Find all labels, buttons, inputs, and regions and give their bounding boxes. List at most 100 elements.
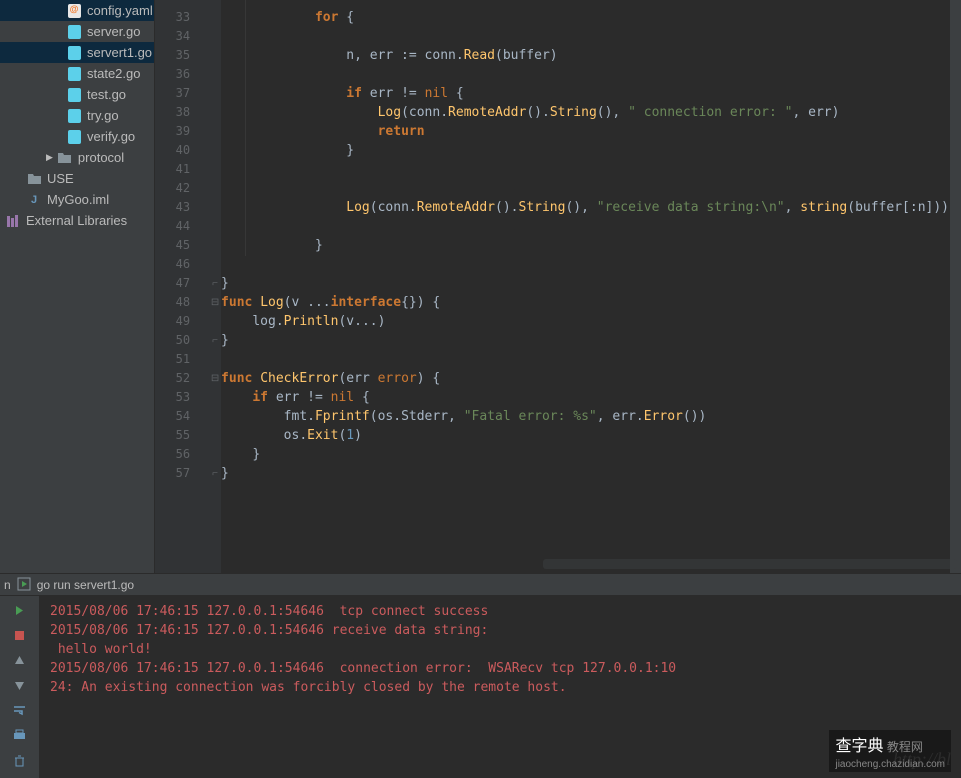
fold-marker[interactable] [209, 426, 221, 445]
code-line[interactable]: } [221, 464, 949, 483]
code-area[interactable]: for { n, err := conn.Read(buffer) if err… [221, 0, 949, 573]
fold-marker[interactable]: ⌐ [209, 331, 221, 350]
fold-marker[interactable] [209, 445, 221, 464]
fold-marker[interactable]: ⊟ [209, 293, 221, 312]
tree-item-servert1-go[interactable]: servert1.go [0, 42, 154, 63]
code-line[interactable]: if err != nil { [221, 388, 949, 407]
line-number[interactable]: 38 [155, 103, 208, 122]
code-line[interactable]: func CheckError(err error) { [221, 369, 949, 388]
fold-marker[interactable] [209, 388, 221, 407]
line-number[interactable]: 57 [155, 464, 208, 483]
tree-item-config-yaml[interactable]: @config.yaml [0, 0, 154, 21]
rerun-button[interactable] [11, 602, 28, 619]
fold-marker[interactable] [209, 84, 221, 103]
tree-item-server-go[interactable]: server.go [0, 21, 154, 42]
line-number[interactable]: 35 [155, 46, 208, 65]
code-line[interactable]: log.Println(v...) [221, 312, 949, 331]
line-number[interactable]: 47 [155, 274, 208, 293]
line-number[interactable]: 51 [155, 350, 208, 369]
line-number[interactable]: 55 [155, 426, 208, 445]
line-number[interactable]: 34 [155, 27, 208, 46]
code-line[interactable]: return [221, 122, 949, 141]
code-line[interactable]: } [221, 445, 949, 464]
print-button[interactable] [11, 727, 28, 744]
tree-item-test-go[interactable]: test.go [0, 84, 154, 105]
fold-marker[interactable] [209, 217, 221, 236]
line-number[interactable]: 50 [155, 331, 208, 350]
console-output[interactable]: 2015/08/06 17:46:15 127.0.0.1:54646 tcp … [40, 596, 961, 778]
line-number[interactable]: 37 [155, 84, 208, 103]
code-line[interactable]: for { [221, 8, 949, 27]
code-line[interactable]: fmt.Fprintf(os.Stderr, "Fatal error: %s"… [221, 407, 949, 426]
code-line[interactable] [221, 27, 949, 46]
tree-item-External Libraries[interactable]: External Libraries [0, 210, 154, 231]
line-number[interactable]: 45 [155, 236, 208, 255]
fold-marker[interactable] [209, 255, 221, 274]
up-button[interactable] [11, 652, 28, 669]
fold-marker[interactable] [209, 122, 221, 141]
line-number[interactable]: 48 [155, 293, 208, 312]
run-tab-bar[interactable]: n go run servert1.go [0, 573, 961, 596]
line-number[interactable]: 36 [155, 65, 208, 84]
code-line[interactable]: Log(conn.RemoteAddr().String(), " connec… [221, 103, 949, 122]
tree-item-MyGoo-iml[interactable]: JMyGoo.iml [0, 189, 154, 210]
down-button[interactable] [11, 677, 28, 694]
fold-marker[interactable]: ⌐ [209, 274, 221, 293]
code-line[interactable]: os.Exit(1) [221, 426, 949, 445]
code-line[interactable]: } [221, 331, 949, 350]
code-line[interactable] [221, 160, 949, 179]
horizontal-scrollbar[interactable] [543, 559, 957, 569]
fold-marker[interactable] [209, 179, 221, 198]
tree-item-state2-go[interactable]: state2.go [0, 63, 154, 84]
stop-button[interactable] [11, 627, 28, 644]
code-line[interactable]: Log(conn.RemoteAddr().String(), "receive… [221, 198, 949, 217]
fold-column[interactable]: ⌐⊟⌐⊟⌐ [209, 0, 221, 573]
fold-marker[interactable] [209, 160, 221, 179]
code-line[interactable]: } [221, 236, 949, 255]
fold-marker[interactable] [209, 407, 221, 426]
code-line[interactable] [221, 179, 949, 198]
fold-marker[interactable] [209, 198, 221, 217]
run-config-label[interactable]: go run servert1.go [37, 578, 134, 592]
soft-wrap-button[interactable] [11, 702, 28, 719]
fold-marker[interactable] [209, 8, 221, 27]
code-line[interactable]: if err != nil { [221, 84, 949, 103]
tree-item-USE[interactable]: USE [0, 168, 154, 189]
line-number[interactable]: 39 [155, 122, 208, 141]
line-number[interactable]: 56 [155, 445, 208, 464]
line-number[interactable]: 46 [155, 255, 208, 274]
line-number[interactable]: 52 [155, 369, 208, 388]
fold-marker[interactable] [209, 27, 221, 46]
tree-item-verify-go[interactable]: verify.go [0, 126, 154, 147]
code-line[interactable] [221, 255, 949, 274]
fold-marker[interactable]: ⌐ [209, 464, 221, 483]
code-line[interactable]: } [221, 141, 949, 160]
line-number[interactable]: 54 [155, 407, 208, 426]
code-line[interactable]: n, err := conn.Read(buffer) [221, 46, 949, 65]
line-number[interactable]: 43 [155, 198, 208, 217]
project-tree[interactable]: @config.yamlserver.goservert1.gostate2.g… [0, 0, 155, 573]
line-number[interactable]: 40 [155, 141, 208, 160]
tree-item-try-go[interactable]: try.go [0, 105, 154, 126]
clear-button[interactable] [11, 752, 28, 769]
fold-marker[interactable] [209, 46, 221, 65]
error-stripe[interactable] [949, 0, 961, 573]
line-number[interactable]: 42 [155, 179, 208, 198]
fold-marker[interactable] [209, 236, 221, 255]
code-line[interactable] [221, 65, 949, 84]
line-number[interactable]: 41 [155, 160, 208, 179]
line-number[interactable]: 33 [155, 8, 208, 27]
code-line[interactable]: func Log(v ...interface{}) { [221, 293, 949, 312]
code-line[interactable] [221, 350, 949, 369]
fold-marker[interactable] [209, 312, 221, 331]
expand-arrow-icon[interactable]: ▶ [46, 152, 53, 163]
line-number[interactable]: 44 [155, 217, 208, 236]
fold-marker[interactable] [209, 350, 221, 369]
code-line[interactable]: } [221, 274, 949, 293]
line-number[interactable]: 49 [155, 312, 208, 331]
line-number[interactable]: 53 [155, 388, 208, 407]
fold-marker[interactable] [209, 103, 221, 122]
tree-item-protocol[interactable]: ▶protocol [0, 147, 154, 168]
fold-marker[interactable] [209, 141, 221, 160]
code-line[interactable] [221, 217, 949, 236]
